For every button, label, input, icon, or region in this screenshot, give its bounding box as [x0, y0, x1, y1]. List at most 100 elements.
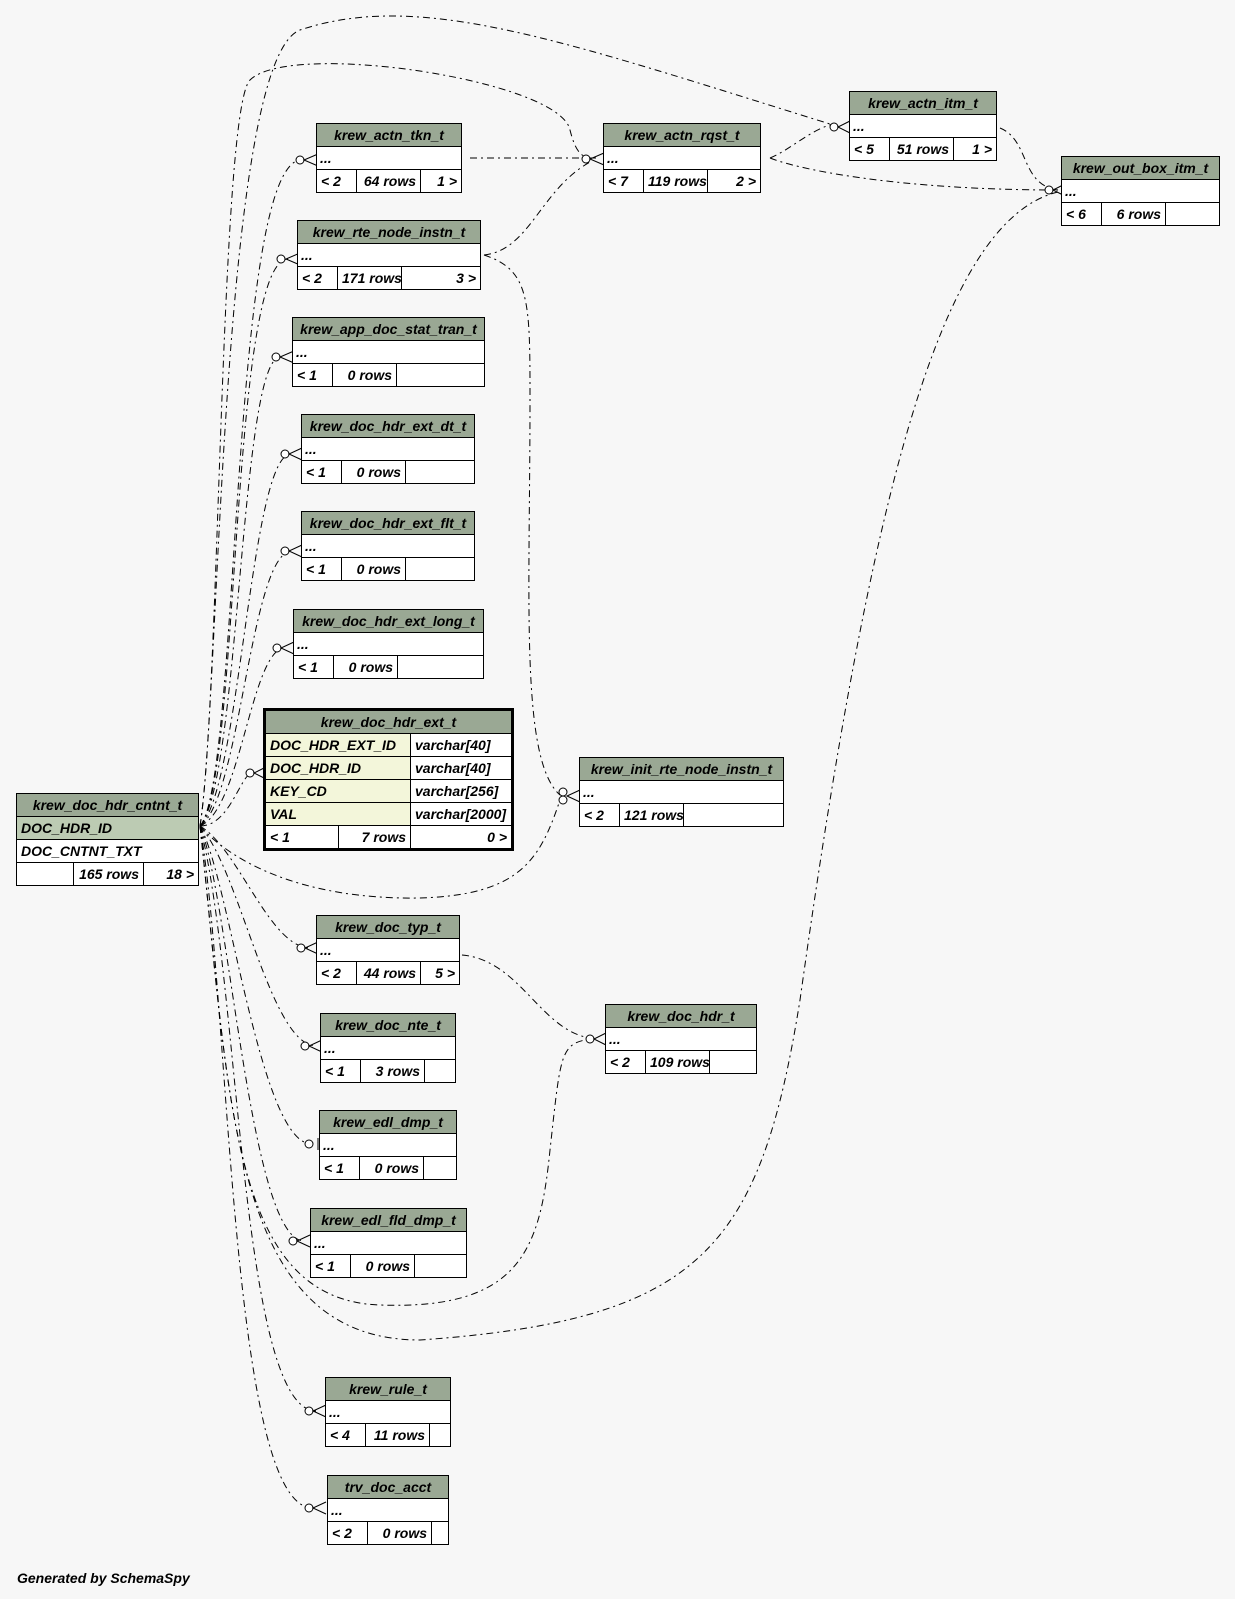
child-count — [710, 1051, 756, 1073]
row-count: 51 rows — [890, 138, 954, 160]
column-placeholder: ... — [606, 1028, 756, 1051]
row-count: 0 rows — [333, 364, 397, 386]
column-placeholder: ... — [293, 341, 484, 364]
table-krew_doc_hdr_cntnt_t[interactable]: krew_doc_hdr_cntnt_t DOC_HDR_ID DOC_CNTN… — [16, 793, 199, 886]
parent-count: < 1 — [302, 461, 342, 483]
parent-count: < 2 — [580, 804, 620, 826]
row-count: 0 rows — [351, 1255, 415, 1277]
stats-row: < 2 171 rows 3 > — [298, 267, 480, 289]
column-placeholder: ... — [302, 438, 474, 461]
table-title: krew_init_rte_node_instn_t — [580, 758, 783, 781]
table-card[interactable]: krew_app_doc_stat_tran_t... < 10 rows — [292, 317, 485, 387]
column-placeholder: ... — [326, 1401, 450, 1424]
child-count — [430, 1424, 450, 1446]
column-placeholder: ... — [294, 633, 483, 656]
child-count: 5 > — [435, 965, 455, 981]
row-count: 0 rows — [360, 1157, 424, 1179]
stats-row: < 10 rows — [293, 364, 484, 386]
row-count: 7 rows — [339, 826, 411, 848]
column-placeholder: ... — [302, 535, 474, 558]
parent-count: < 1 — [266, 826, 339, 848]
column-name: KEY_CD — [266, 780, 411, 802]
parent-count: < 4 — [326, 1424, 366, 1446]
table-card[interactable]: krew_doc_hdr_ext_dt_t... < 10 rows — [301, 414, 475, 484]
table-card[interactable]: krew_out_box_itm_t... < 66 rows — [1061, 156, 1220, 226]
table-title: krew_doc_hdr_ext_long_t — [294, 610, 483, 633]
stats-row: < 2 109 rows — [606, 1051, 756, 1073]
stats-row: < 10 rows — [311, 1255, 466, 1277]
child-count — [432, 1522, 448, 1544]
generated-by-footer: Generated by SchemaSpy — [17, 1570, 190, 1586]
child-count: 2 > — [736, 173, 756, 189]
child-count — [684, 804, 783, 826]
table-card[interactable]: krew_actn_tkn_t... < 2 64 rows 1 > — [316, 123, 462, 193]
child-count: 1 > — [972, 141, 992, 157]
table-title: krew_doc_typ_t — [317, 916, 459, 939]
table-krew_doc_hdr_ext_t[interactable]: krew_doc_hdr_ext_t DOC_HDR_EXT_ID varcha… — [263, 708, 514, 851]
table-title: trv_doc_acct — [328, 1476, 448, 1499]
table-card[interactable]: krew_doc_hdr_ext_long_t... < 10 rows — [293, 609, 484, 679]
table-title: krew_doc_hdr_t — [606, 1005, 756, 1028]
table-title: krew_rte_node_instn_t — [298, 221, 480, 244]
table-title: krew_edl_fld_dmp_t — [311, 1209, 466, 1232]
row-count: 119 rows — [644, 170, 708, 192]
table-title: krew_doc_hdr_cntnt_t — [17, 794, 198, 817]
column-placeholder: ... — [604, 147, 760, 170]
row-count: 0 rows — [342, 461, 406, 483]
child-count: 1 > — [437, 173, 457, 189]
column-row: DOC_CNTNT_TXT — [17, 840, 198, 863]
column-placeholder: ... — [317, 147, 461, 170]
stats-row: < 13 rows — [321, 1060, 455, 1082]
column-name: DOC_HDR_ID — [266, 757, 411, 779]
table-card[interactable]: krew_rte_node_instn_t... < 2 171 rows 3 > — [297, 220, 481, 290]
table-card[interactable]: krew_actn_rqst_t... < 7 119 rows 2 > — [603, 123, 761, 193]
row-count: 0 rows — [368, 1522, 432, 1544]
table-card[interactable]: krew_doc_nte_t... < 13 rows — [320, 1013, 456, 1083]
row-count: 0 rows — [342, 558, 406, 580]
table-title: krew_actn_tkn_t — [317, 124, 461, 147]
stats-row: < 5 51 rows 1 > — [850, 138, 996, 160]
child-count — [415, 1255, 466, 1277]
column-placeholder: ... — [850, 115, 996, 138]
child-count — [425, 1060, 455, 1082]
child-count: 3 > — [456, 270, 476, 286]
column-placeholder: ... — [328, 1499, 448, 1522]
parent-count: < 1 — [320, 1157, 360, 1179]
column-row: DOC_HDR_ID varchar[40] — [266, 757, 511, 780]
table-title: krew_doc_hdr_ext_flt_t — [302, 512, 474, 535]
stats-row: < 10 rows — [320, 1157, 456, 1179]
table-card[interactable]: krew_edl_dmp_t... < 10 rows — [319, 1110, 457, 1180]
table-title: krew_actn_rqst_t — [604, 124, 760, 147]
parent-count: < 2 — [606, 1051, 646, 1073]
stats-row: < 7 119 rows 2 > — [604, 170, 760, 192]
table-title: krew_actn_itm_t — [850, 92, 996, 115]
column-type: varchar[40] — [415, 737, 491, 753]
column-row: DOC_HDR_EXT_ID varchar[40] — [266, 734, 511, 757]
table-card[interactable]: krew_doc_typ_t... < 2 44 rows 5 > — [316, 915, 460, 985]
table-card[interactable]: krew_init_rte_node_instn_t... < 2 121 rows — [579, 757, 784, 827]
table-title: krew_app_doc_stat_tran_t — [293, 318, 484, 341]
column-name: VAL — [266, 803, 411, 825]
column-placeholder: ... — [311, 1232, 466, 1255]
table-card[interactable]: krew_edl_fld_dmp_t... < 10 rows — [310, 1208, 467, 1278]
row-count: 171 rows — [338, 267, 402, 289]
parent-count: < 1 — [311, 1255, 351, 1277]
column-placeholder: ... — [317, 939, 459, 962]
row-count: 121 rows — [620, 804, 684, 826]
table-card[interactable]: krew_rule_t... < 4 11 rows — [325, 1377, 451, 1447]
row-count: 64 rows — [357, 170, 421, 192]
parent-count: < 6 — [1062, 203, 1102, 225]
column-name: DOC_CNTNT_TXT — [21, 843, 142, 859]
parent-count: < 1 — [294, 656, 334, 678]
column-row: DOC_HDR_ID — [17, 817, 198, 840]
table-card[interactable]: trv_doc_acct... < 20 rows — [327, 1475, 449, 1545]
table-card[interactable]: krew_actn_itm_t... < 5 51 rows 1 > — [849, 91, 997, 161]
child-count: 18 > — [166, 866, 194, 882]
column-type: varchar[40] — [415, 760, 491, 776]
column-placeholder: ... — [1062, 180, 1219, 203]
parent-count: < 1 — [293, 364, 333, 386]
column-placeholder: ... — [320, 1134, 456, 1157]
table-card[interactable]: krew_doc_hdr_t... < 2 109 rows — [605, 1004, 757, 1074]
table-card[interactable]: krew_doc_hdr_ext_flt_t... < 10 rows — [301, 511, 475, 581]
parent-count: < 2 — [317, 962, 357, 984]
